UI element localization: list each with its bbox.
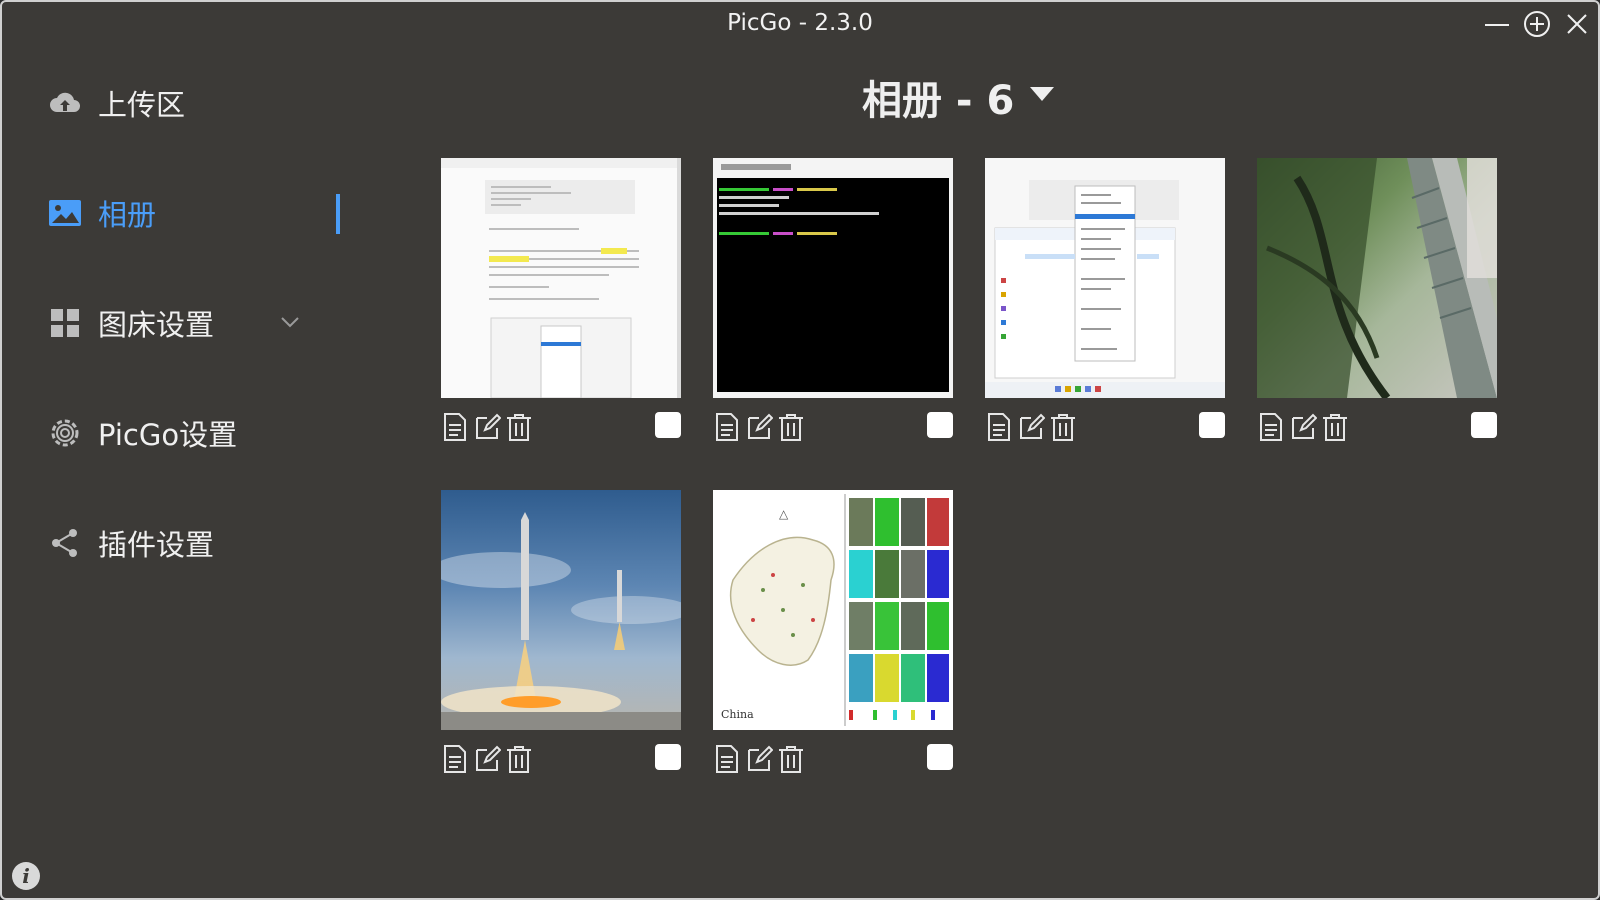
gallery-item: [441, 490, 681, 773]
share-icon: [48, 526, 82, 560]
gallery-item: [1257, 158, 1497, 441]
sidebar-item-gallery[interactable]: 相册: [48, 188, 348, 238]
sidebar: 上传区 相册 图床设置 PicGo设置 插件设置: [2, 46, 362, 896]
sidebar-item-label: 插件设置: [98, 528, 215, 562]
select-checkbox[interactable]: [927, 744, 953, 770]
copy-link-icon[interactable]: [441, 412, 469, 442]
minimize-icon[interactable]: [1482, 8, 1512, 38]
edit-icon[interactable]: [473, 744, 502, 774]
item-actions: [713, 412, 953, 446]
sidebar-item-label: 上传区: [98, 88, 186, 122]
forest-bridge-photo[interactable]: [1257, 158, 1497, 398]
item-actions: [713, 744, 953, 778]
rocket-landing-photo[interactable]: [441, 490, 681, 730]
document-screenshot[interactable]: [441, 158, 681, 398]
delete-icon[interactable]: [505, 412, 533, 442]
copy-link-icon[interactable]: [713, 412, 741, 442]
gear-icon: [48, 416, 82, 450]
item-actions: [441, 412, 681, 446]
title-bar[interactable]: PicGo - 2.3.0: [2, 2, 1598, 46]
cloud-upload-icon: [48, 86, 82, 120]
svg-text:△: △: [779, 507, 789, 521]
delete-icon[interactable]: [777, 412, 805, 442]
window-title: PicGo - 2.3.0: [727, 10, 873, 36]
close-icon[interactable]: [1562, 8, 1592, 38]
sidebar-item-plugins[interactable]: 插件设置: [48, 518, 348, 568]
gallery-item: △ China: [713, 490, 953, 773]
select-checkbox[interactable]: [1199, 412, 1225, 438]
gallery-item: [441, 158, 681, 441]
select-checkbox[interactable]: [927, 412, 953, 438]
edit-icon[interactable]: [1017, 412, 1046, 442]
select-checkbox[interactable]: [655, 744, 681, 770]
mini-window-icon[interactable]: [1522, 8, 1552, 38]
sidebar-item-label: PicGo设置: [98, 418, 238, 452]
sidebar-item-label: 相册: [98, 198, 157, 232]
delete-icon[interactable]: [777, 744, 805, 774]
map-caption: China: [721, 708, 754, 721]
copy-link-icon[interactable]: [713, 744, 741, 774]
gallery-item: [985, 158, 1225, 441]
gallery-item: [713, 158, 953, 441]
select-checkbox[interactable]: [1471, 412, 1497, 438]
item-actions: [985, 412, 1225, 446]
sidebar-item-picbed-settings[interactable]: 图床设置: [48, 298, 348, 348]
delete-icon[interactable]: [1321, 412, 1349, 442]
explorer-screenshot[interactable]: [985, 158, 1225, 398]
copy-link-icon[interactable]: [985, 412, 1013, 442]
copy-link-icon[interactable]: [1257, 412, 1285, 442]
sidebar-item-label: 图床设置: [98, 308, 215, 342]
item-actions: [441, 744, 681, 778]
info-icon[interactable]: i: [12, 862, 40, 890]
album-selector[interactable]: 相册 - 6: [862, 68, 1055, 126]
chevron-down-icon[interactable]: [280, 314, 300, 333]
album-title: 相册 - 6: [862, 78, 1015, 124]
sidebar-item-upload[interactable]: 上传区: [48, 78, 348, 128]
item-actions: [1257, 412, 1497, 446]
delete-icon[interactable]: [1049, 412, 1077, 442]
select-checkbox[interactable]: [655, 412, 681, 438]
edit-icon[interactable]: [1289, 412, 1318, 442]
edit-icon[interactable]: [745, 744, 774, 774]
terminal-screenshot[interactable]: [713, 158, 953, 398]
sidebar-item-picgo-settings[interactable]: PicGo设置: [48, 408, 348, 458]
picgo-window: PicGo - 2.3.0 上传区 相册 图床设置 PicGo设置 插件设置 相…: [0, 0, 1600, 900]
edit-icon[interactable]: [473, 412, 502, 442]
edit-icon[interactable]: [745, 412, 774, 442]
delete-icon[interactable]: [505, 744, 533, 774]
grid-icon: [48, 306, 82, 340]
china-map-figure[interactable]: △ China: [713, 490, 953, 730]
image-icon: [48, 196, 82, 230]
copy-link-icon[interactable]: [441, 744, 469, 774]
active-indicator: [336, 194, 340, 234]
caret-down-icon[interactable]: [1030, 87, 1055, 107]
